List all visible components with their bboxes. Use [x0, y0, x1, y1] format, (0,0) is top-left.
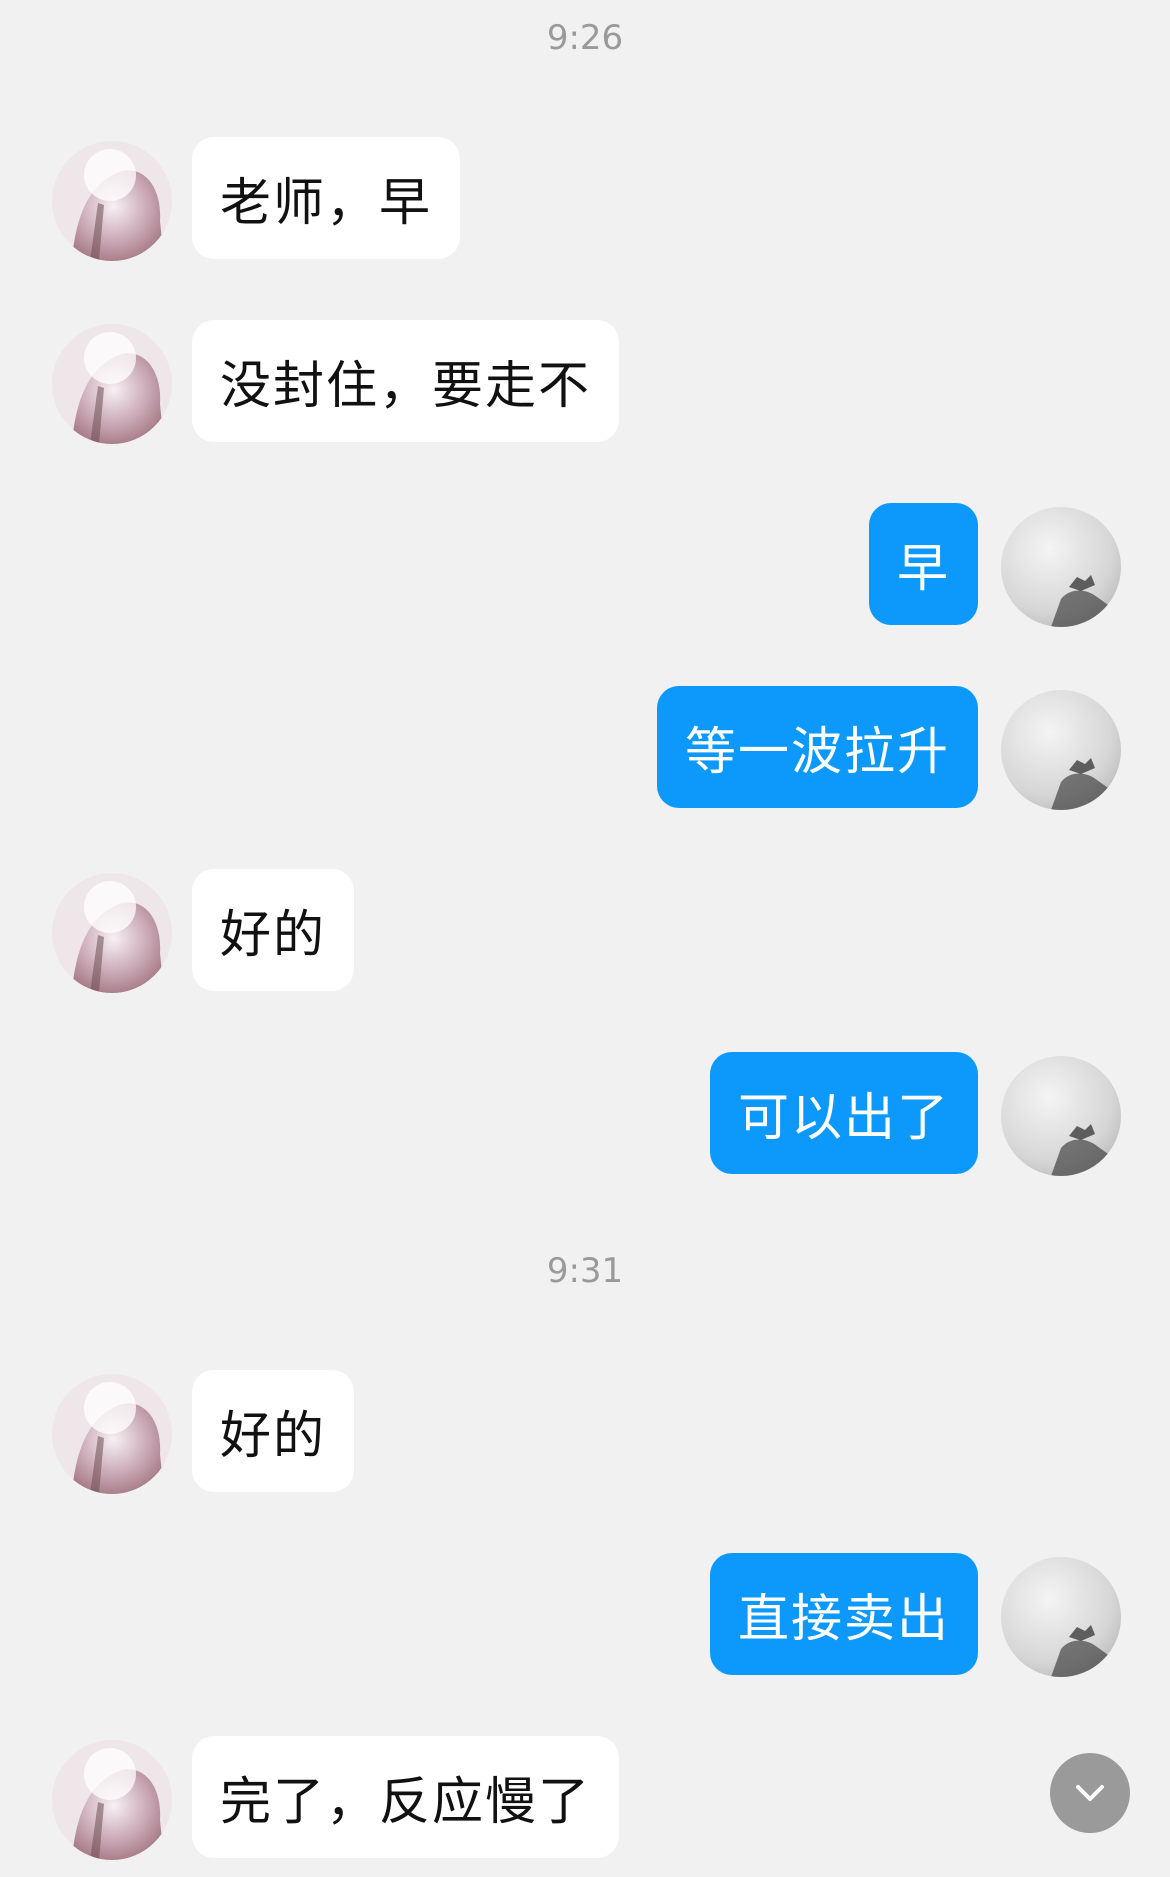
message-row-outgoing: 早 — [0, 503, 1170, 628]
message-bubble[interactable]: 可以出了 — [709, 1052, 978, 1174]
contact-avatar[interactable] — [52, 873, 172, 993]
message-bubble[interactable]: 等一波拉升 — [656, 686, 978, 808]
scroll-to-bottom-button[interactable] — [1050, 1753, 1130, 1833]
message-row-incoming: 完了，反应慢了 — [0, 1736, 1170, 1861]
self-avatar[interactable] — [1001, 1557, 1121, 1677]
self-avatar[interactable] — [1001, 690, 1121, 810]
message-row-incoming: 没封住，要走不 — [0, 320, 1170, 445]
contact-avatar[interactable] — [52, 141, 172, 261]
message-bubble[interactable]: 好的 — [192, 869, 355, 991]
message-row-outgoing: 可以出了 — [0, 1052, 1170, 1177]
message-row-incoming: 好的 — [0, 1370, 1170, 1495]
message-bubble[interactable]: 好的 — [192, 1370, 355, 1492]
message-row-incoming: 老师，早 — [0, 137, 1170, 262]
timestamp: 9:31 — [546, 1251, 624, 1291]
message-row-incoming: 好的 — [0, 869, 1170, 994]
contact-avatar[interactable] — [52, 1374, 172, 1494]
message-row-outgoing: 直接卖出 — [0, 1553, 1170, 1678]
message-bubble[interactable]: 完了，反应慢了 — [192, 1736, 620, 1858]
self-avatar[interactable] — [1001, 1056, 1121, 1176]
message-bubble[interactable]: 没封住，要走不 — [192, 320, 620, 442]
message-bubble[interactable]: 早 — [868, 503, 978, 625]
timestamp: 9:26 — [546, 18, 624, 58]
self-avatar[interactable] — [1001, 507, 1121, 627]
chevron-down-icon — [1076, 1785, 1104, 1801]
message-bubble[interactable]: 直接卖出 — [709, 1553, 978, 1675]
message-row-outgoing: 等一波拉升 — [0, 686, 1170, 811]
message-bubble[interactable]: 老师，早 — [192, 137, 461, 259]
contact-avatar[interactable] — [52, 324, 172, 444]
contact-avatar[interactable] — [52, 1740, 172, 1860]
